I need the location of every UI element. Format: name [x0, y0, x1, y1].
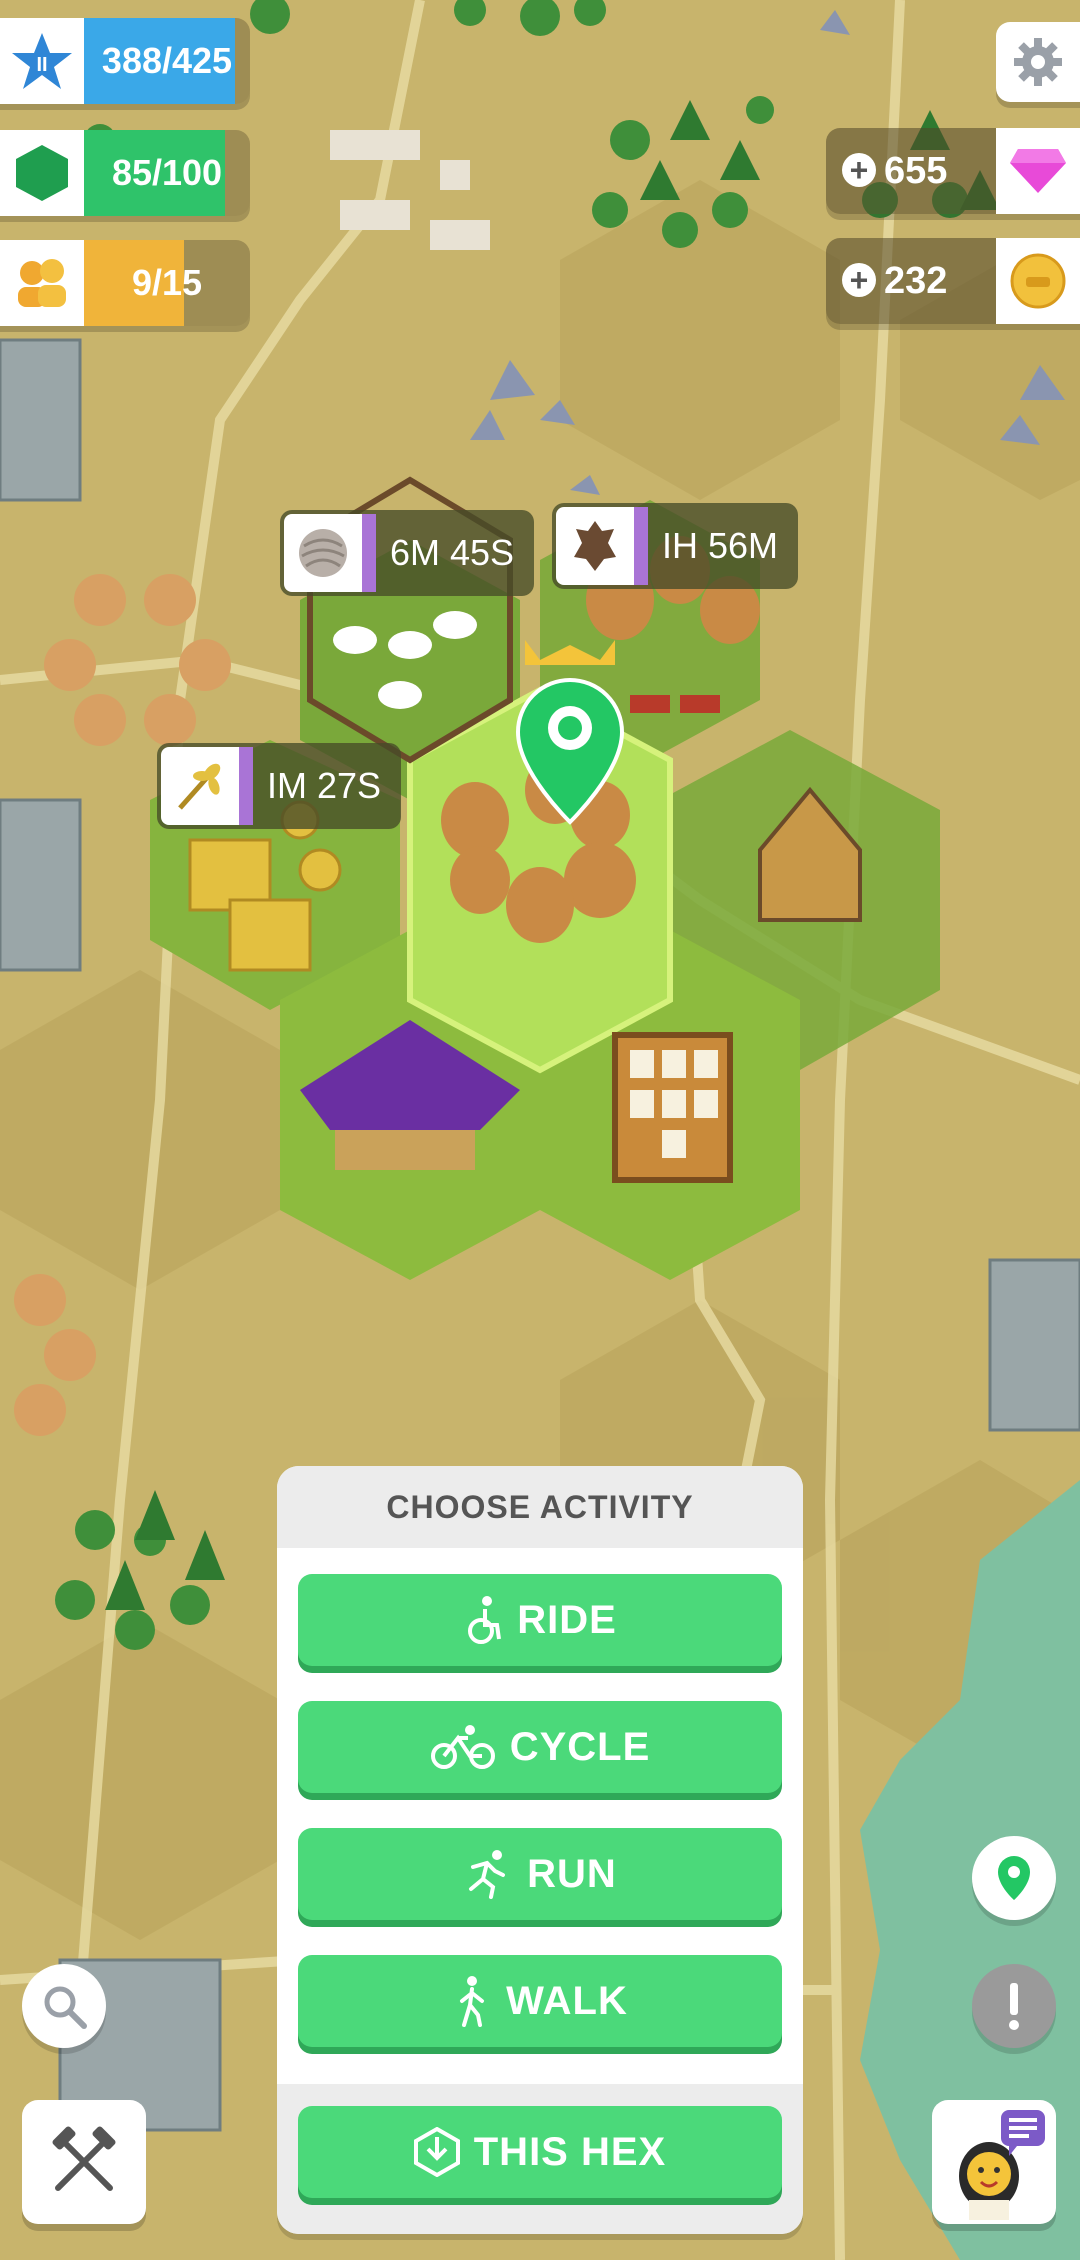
ride-button[interactable]: RIDE: [298, 1574, 782, 1666]
gear-icon: [1014, 38, 1062, 86]
search-button[interactable]: [22, 1964, 106, 2048]
cycle-button[interactable]: CYCLE: [298, 1701, 782, 1793]
wool-icon: [284, 514, 362, 592]
run-label: RUN: [527, 1851, 617, 1896]
population-stat[interactable]: 9/15: [0, 240, 250, 326]
magnifier-icon: [44, 1986, 87, 2029]
advisor-chat-button[interactable]: [932, 2100, 1056, 2224]
hide-timer[interactable]: IH 56M: [552, 503, 799, 589]
coins-amount: 232: [884, 259, 948, 302]
walk-button[interactable]: WALK: [298, 1955, 782, 2047]
coin-icon: [996, 238, 1080, 324]
walker-icon: [460, 1976, 485, 2027]
wool-timer-label: 6M 45S: [390, 532, 515, 573]
wheat-timer[interactable]: IM 27S: [157, 743, 402, 829]
hide-timer-label: IH 56M: [662, 525, 779, 566]
resources-value: 85/100: [111, 152, 223, 193]
coins-counter[interactable]: + 232: [826, 238, 1080, 324]
level-value: 388/425: [101, 40, 233, 81]
wheat-timer-label: IM 27S: [267, 765, 382, 806]
bicycle-icon: [430, 1725, 495, 1769]
settings-button[interactable]: [996, 22, 1080, 102]
hex-download-icon: [413, 2127, 460, 2177]
hexagon-icon: [0, 130, 84, 216]
locate-button[interactable]: [972, 1836, 1056, 1920]
star-icon: II: [0, 18, 84, 104]
build-tools-button[interactable]: [22, 2100, 146, 2224]
gems-amount: 655: [884, 149, 948, 192]
walk-label: WALK: [506, 1978, 628, 2023]
add-coins-icon[interactable]: +: [842, 263, 876, 297]
resources-stat[interactable]: 85/100: [0, 130, 250, 216]
add-gems-icon[interactable]: +: [842, 153, 876, 187]
wheat-icon: [161, 747, 239, 825]
advisor-avatar-icon: [959, 2110, 1045, 2220]
hide-icon: [556, 507, 634, 585]
choose-activity-panel: CHOOSE ACTIVITY RIDE CYCLE RUN WALK THIS…: [277, 1466, 803, 2234]
activity-title: CHOOSE ACTIVITY: [277, 1466, 803, 1548]
exclamation-icon: [1009, 1983, 1019, 2030]
wheelchair-icon: [468, 1596, 502, 1644]
gems-counter[interactable]: + 655: [826, 128, 1080, 214]
gem-icon: [996, 128, 1080, 214]
cycle-label: CYCLE: [509, 1724, 651, 1769]
wool-timer[interactable]: 6M 45S: [280, 510, 535, 596]
location-pin-icon: [998, 1856, 1030, 1900]
this-hex-button[interactable]: THIS HEX: [298, 2106, 782, 2198]
this-hex-label: THIS HEX: [473, 2129, 667, 2174]
level-number: II: [36, 54, 47, 76]
people-icon: [0, 240, 84, 326]
runner-icon: [469, 1850, 506, 1899]
ride-label: RIDE: [517, 1597, 617, 1642]
level-stat[interactable]: II 388/425: [0, 18, 250, 104]
population-value: 9/15: [131, 262, 203, 303]
crossed-hammers-icon: [52, 2126, 116, 2191]
run-button[interactable]: RUN: [298, 1828, 782, 1920]
alerts-button[interactable]: [972, 1964, 1056, 2048]
